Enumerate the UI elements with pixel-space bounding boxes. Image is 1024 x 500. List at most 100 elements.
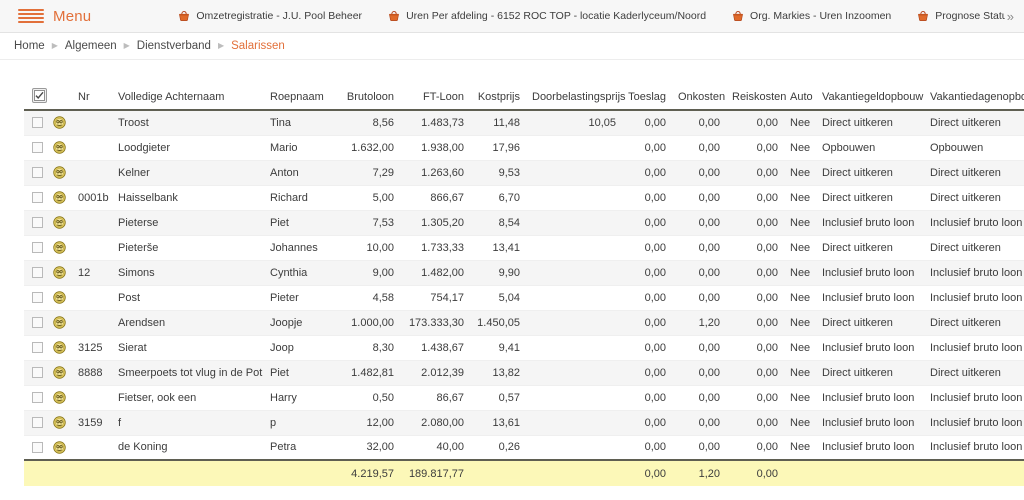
row-checkbox[interactable]	[32, 192, 43, 204]
row-icon-cell[interactable]	[46, 260, 72, 286]
breadcrumb-item-dienstverband[interactable]: Dienstverband	[137, 40, 211, 52]
table-row[interactable]: Post Pieter 4,58 754,17 5,04 0,00 0,00 0,00 Nee I…	[24, 285, 1024, 311]
row-select-cell[interactable]	[24, 210, 46, 236]
col-header-auto[interactable]: Auto	[784, 84, 814, 111]
salaries-table-container: Nr Volledige Achternaam Roepnaam Brutolo…	[0, 60, 1024, 486]
row-icon-cell[interactable]	[46, 285, 72, 311]
row-select-cell[interactable]	[24, 385, 46, 411]
double-chevron-right-icon[interactable]: »	[1005, 9, 1018, 24]
row-checkbox[interactable]	[32, 417, 43, 429]
row-icon-cell[interactable]	[46, 310, 72, 336]
row-select-cell[interactable]	[24, 260, 46, 286]
row-select-cell[interactable]	[24, 185, 46, 211]
row-select-cell[interactable]	[24, 135, 46, 161]
col-header-ft-loon[interactable]: FT-Loon	[400, 84, 470, 111]
employee-coin-icon[interactable]	[52, 266, 66, 279]
employee-coin-icon[interactable]	[52, 416, 66, 429]
col-header-kostprijs[interactable]: Kostprijs	[470, 84, 526, 111]
table-row[interactable]: Loodgieter Mario 1.632,00 1.938,00 17,96 0,00…	[24, 135, 1024, 161]
employee-coin-icon[interactable]	[52, 241, 66, 254]
row-icon-cell[interactable]	[46, 385, 72, 411]
row-icon-cell[interactable]	[46, 185, 72, 211]
col-header-reiskosten[interactable]: Reiskosten	[726, 84, 786, 111]
employee-coin-icon[interactable]	[52, 441, 66, 454]
employee-coin-icon[interactable]	[52, 191, 66, 204]
col-header-brutoloon[interactable]: Brutoloon	[332, 84, 400, 111]
col-header-achternaam[interactable]: Volledige Achternaam	[112, 84, 264, 111]
employee-coin-icon[interactable]	[52, 391, 66, 404]
select-all-icon[interactable]	[32, 88, 47, 103]
row-select-cell[interactable]	[24, 410, 46, 436]
col-header-toeslag[interactable]: Toeslag	[622, 84, 672, 111]
table-row[interactable]: 12 Simons Cynthia 9,00 1.482,00 9,90 0,00 0,00 0…	[24, 260, 1024, 286]
cell-kost: 9,41	[470, 335, 526, 361]
col-header-vakantiegeldopbouw[interactable]: Vakantiegeldopbouw	[814, 84, 923, 111]
employee-coin-icon[interactable]	[52, 166, 66, 179]
row-select-cell[interactable]	[24, 285, 46, 311]
employee-coin-icon[interactable]	[52, 291, 66, 304]
table-row[interactable]: 3159 f p 12,00 2.080,00 13,61 0,00 0,00 0,00 Nee I…	[24, 410, 1024, 436]
cell-roep: Cynthia	[264, 260, 332, 286]
table-row[interactable]: 0001b Haisselbank Richard 5,00 866,67 6,70 0,0…	[24, 185, 1024, 211]
row-icon-cell[interactable]	[46, 135, 72, 161]
row-checkbox[interactable]	[32, 441, 43, 453]
row-select-cell[interactable]	[24, 310, 46, 336]
row-select-cell[interactable]	[24, 335, 46, 361]
basket-icon	[732, 10, 744, 22]
select-all-header[interactable]	[24, 84, 47, 111]
table-row[interactable]: Arendsen Joopje 1.000,00 173.333,30 1.450,05…	[24, 310, 1024, 336]
row-checkbox[interactable]	[32, 392, 43, 404]
table-row[interactable]: Kelner Anton 7,29 1.263,60 9,53 0,00 0,00 0,00 N…	[24, 160, 1024, 186]
col-header-doorbelastingsprijs[interactable]: Doorbelastingsprijs	[526, 84, 626, 111]
table-row[interactable]: Pieterse Piet 7,53 1.305,20 8,54 0,00 0,00 0,00…	[24, 210, 1024, 236]
employee-coin-icon[interactable]	[52, 316, 66, 329]
row-icon-cell[interactable]	[46, 435, 72, 461]
table-row[interactable]: 3125 Sierat Joop 8,30 1.438,67 9,41 0,00 0,00 0,…	[24, 335, 1024, 361]
employee-coin-icon[interactable]	[52, 366, 66, 379]
col-header-onkosten[interactable]: Onkosten	[672, 84, 726, 111]
row-icon-cell[interactable]	[46, 210, 72, 236]
table-row[interactable]: Fietser, ook een Harry 0,50 86,67 0,57 0,00 0,…	[24, 385, 1024, 411]
cell-reis: 0,00	[726, 335, 784, 361]
row-icon-cell[interactable]	[46, 160, 72, 186]
row-checkbox[interactable]	[32, 292, 43, 304]
row-checkbox[interactable]	[32, 167, 43, 179]
col-header-nr[interactable]: Nr	[72, 84, 112, 111]
col-header-icon[interactable]	[46, 84, 72, 111]
open-tab-0[interactable]: Omzetregistratie - J.U. Pool Beheer	[165, 0, 375, 33]
row-checkbox[interactable]	[32, 367, 43, 379]
row-select-cell[interactable]	[24, 110, 46, 136]
row-icon-cell[interactable]	[46, 410, 72, 436]
breadcrumb-item-home[interactable]: Home	[14, 40, 45, 52]
row-select-cell[interactable]	[24, 160, 46, 186]
table-row[interactable]: de Koning Petra 32,00 40,00 0,26 0,00 0,00 0,00…	[24, 435, 1024, 461]
row-checkbox[interactable]	[32, 342, 43, 354]
employee-coin-icon[interactable]	[52, 341, 66, 354]
col-header-vakantiedagenopbouw[interactable]: Vakantiedagenopbouw	[922, 84, 1024, 111]
table-row[interactable]: Troost Tina 8,56 1.483,73 11,48 10,05 0,00 0,00…	[24, 110, 1024, 136]
col-header-roepnaam[interactable]: Roepnaam	[264, 84, 332, 111]
row-checkbox[interactable]	[32, 217, 43, 229]
employee-coin-icon[interactable]	[52, 216, 66, 229]
row-select-cell[interactable]	[24, 360, 46, 386]
table-row[interactable]: 8888 Smeerpoets tot vlug in de Pot Piet 1.4…	[24, 360, 1024, 386]
employee-coin-icon[interactable]	[52, 141, 66, 154]
row-icon-cell[interactable]	[46, 235, 72, 261]
row-icon-cell[interactable]	[46, 110, 72, 136]
open-tab-2[interactable]: Org. Markies - Uren Inzoomen	[719, 0, 904, 33]
breadcrumb-item-algemeen[interactable]: Algemeen	[65, 40, 117, 52]
row-select-cell[interactable]	[24, 435, 46, 461]
row-select-cell[interactable]	[24, 235, 46, 261]
open-tab-1[interactable]: Uren Per afdeling - 6152 ROC TOP - locat…	[375, 0, 719, 33]
row-icon-cell[interactable]	[46, 335, 72, 361]
table-row[interactable]: Pieterše Johannes 10,00 1.733,33 13,41 0,00 0,…	[24, 235, 1024, 261]
row-checkbox[interactable]	[32, 317, 43, 329]
row-checkbox[interactable]	[32, 142, 43, 154]
row-icon-cell[interactable]	[46, 360, 72, 386]
menu-button[interactable]: Menu	[14, 6, 95, 27]
open-tab-3[interactable]: Prognose Status - J.U. Pool Beheer BV	[904, 0, 1005, 33]
employee-coin-icon[interactable]	[52, 116, 66, 129]
row-checkbox[interactable]	[32, 267, 43, 279]
row-checkbox[interactable]	[32, 242, 43, 254]
row-checkbox[interactable]	[32, 117, 43, 129]
